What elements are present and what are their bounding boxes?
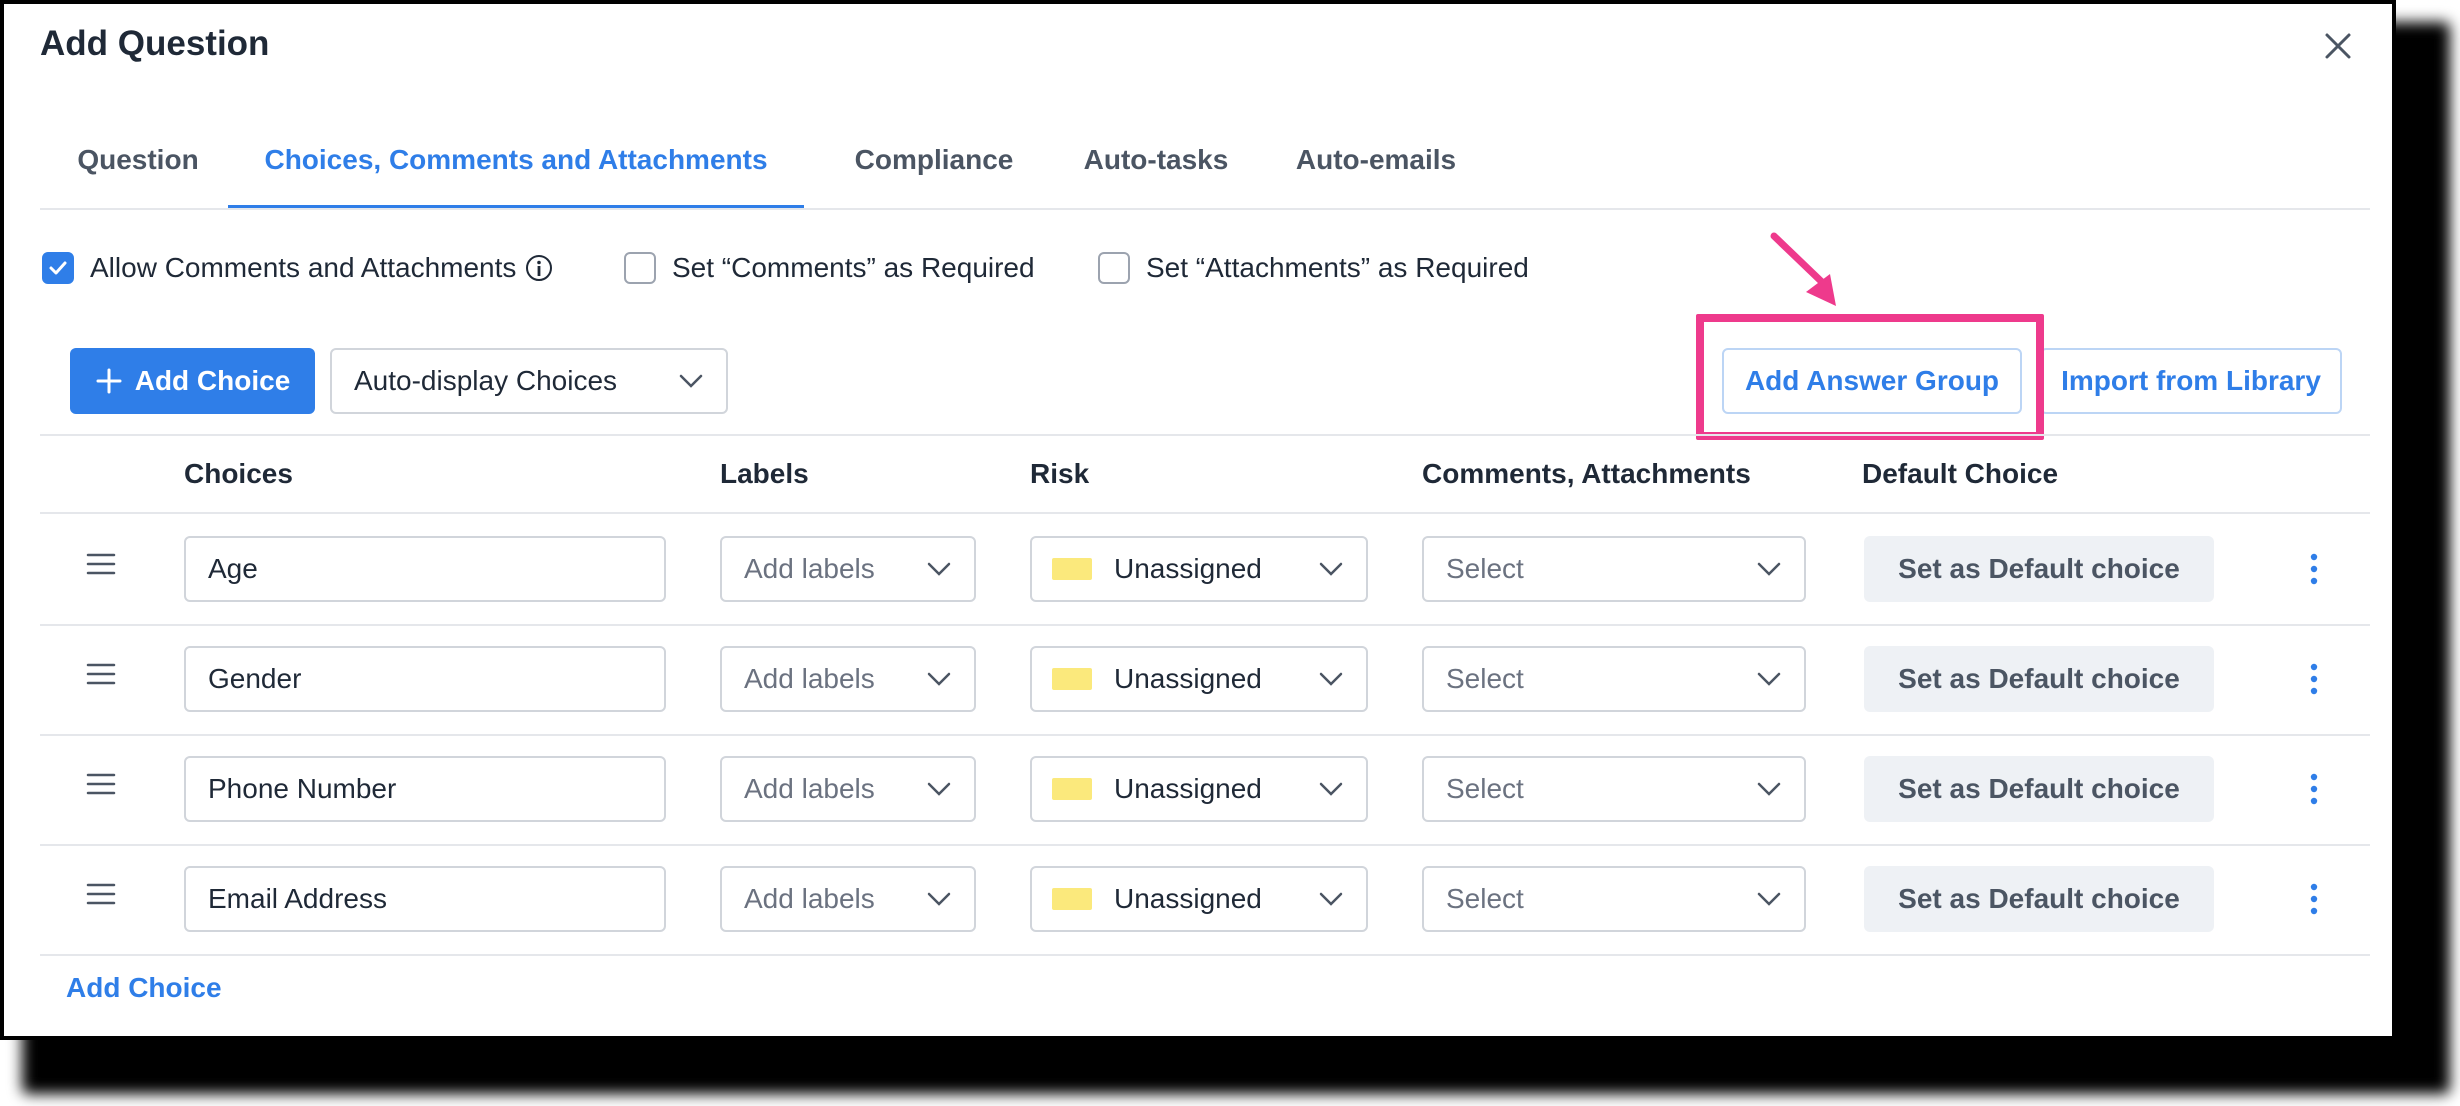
- labels-dropdown[interactable]: Add labels: [720, 646, 976, 712]
- drag-handle-icon[interactable]: [86, 882, 116, 911]
- table-row: Email Address Add labels Unassigned Sele…: [40, 844, 2370, 954]
- labels-dropdown[interactable]: Add labels: [720, 536, 976, 602]
- comments-select-placeholder: Select: [1446, 553, 1524, 584]
- header-risk: Risk: [1030, 458, 1090, 489]
- chevron-down-icon: [1757, 562, 1781, 576]
- allow-comments-label: Allow Comments and Attachments: [90, 252, 517, 283]
- set-default-choice-button[interactable]: Set as Default choice: [1864, 756, 2214, 822]
- plus-icon: [96, 368, 122, 394]
- more-options-icon[interactable]: [2294, 764, 2334, 814]
- tab-question[interactable]: Question: [40, 124, 236, 208]
- risk-dropdown[interactable]: Unassigned: [1030, 646, 1368, 712]
- comments-select-placeholder: Select: [1446, 883, 1524, 914]
- allow-comments-checkbox[interactable]: [42, 252, 74, 284]
- chevron-down-icon: [927, 672, 951, 686]
- labels-placeholder: Add labels: [744, 773, 875, 804]
- more-options-icon[interactable]: [2294, 544, 2334, 594]
- comments-attachments-dropdown[interactable]: Select: [1422, 536, 1806, 602]
- chevron-down-icon: [927, 562, 951, 576]
- risk-value: Unassigned: [1114, 553, 1262, 584]
- checkmark-icon: [49, 261, 67, 275]
- risk-value: Unassigned: [1114, 663, 1262, 694]
- choice-input[interactable]: Gender: [184, 646, 666, 712]
- risk-dropdown[interactable]: Unassigned: [1030, 866, 1368, 932]
- chevron-down-icon: [679, 374, 703, 388]
- labels-placeholder: Add labels: [744, 663, 875, 694]
- chevron-down-icon: [1319, 892, 1343, 906]
- dialog-title: Add Question: [40, 24, 270, 63]
- comments-required-option: Set “Comments” as Required: [624, 248, 1035, 288]
- row-divider: [40, 954, 2370, 956]
- risk-dropdown[interactable]: Unassigned: [1030, 756, 1368, 822]
- labels-dropdown[interactable]: Add labels: [720, 866, 976, 932]
- choice-input[interactable]: Email Address: [184, 866, 666, 932]
- add-question-dialog: Add Question Question Choices, Comments …: [0, 0, 2396, 1040]
- chevron-down-icon: [927, 782, 951, 796]
- labels-dropdown[interactable]: Add labels: [720, 756, 976, 822]
- chevron-down-icon: [1757, 782, 1781, 796]
- tab-auto-tasks[interactable]: Auto-tasks: [1056, 124, 1256, 208]
- table-row: Age Add labels Unassigned Select Set as …: [40, 514, 2370, 624]
- set-default-choice-button[interactable]: Set as Default choice: [1864, 866, 2214, 932]
- header-default-choice: Default Choice: [1862, 458, 2059, 489]
- drag-handle-icon[interactable]: [86, 552, 116, 581]
- risk-color-swatch: [1052, 668, 1092, 690]
- header-comments-attachments: Comments, Attachments: [1422, 458, 1751, 489]
- chevron-down-icon: [1757, 672, 1781, 686]
- labels-placeholder: Add labels: [744, 553, 875, 584]
- attachments-required-option: Set “Attachments” as Required: [1098, 248, 1529, 288]
- tab-compliance[interactable]: Compliance: [824, 124, 1044, 208]
- table-top-divider: [40, 434, 2370, 436]
- table-row: Gender Add labels Unassigned Select Set …: [40, 624, 2370, 734]
- set-default-choice-button[interactable]: Set as Default choice: [1864, 646, 2214, 712]
- choice-input[interactable]: Age: [184, 536, 666, 602]
- tab-choices-comments-attachments[interactable]: Choices, Comments and Attachments: [228, 124, 804, 208]
- chevron-down-icon: [1319, 672, 1343, 686]
- risk-color-swatch: [1052, 888, 1092, 910]
- chevron-down-icon: [927, 892, 951, 906]
- risk-dropdown[interactable]: Unassigned: [1030, 536, 1368, 602]
- labels-placeholder: Add labels: [744, 883, 875, 914]
- chevron-down-icon: [1319, 562, 1343, 576]
- chevron-down-icon: [1757, 892, 1781, 906]
- choice-input[interactable]: Phone Number: [184, 756, 666, 822]
- import-from-library-button[interactable]: Import from Library: [2040, 348, 2342, 414]
- close-icon: [2325, 33, 2351, 59]
- comments-select-placeholder: Select: [1446, 663, 1524, 694]
- comments-required-checkbox[interactable]: [624, 252, 656, 284]
- attachments-required-label: Set “Attachments” as Required: [1146, 252, 1529, 283]
- comments-select-placeholder: Select: [1446, 773, 1524, 804]
- allow-comments-option: Allow Comments and Attachments: [42, 248, 554, 288]
- comments-required-label: Set “Comments” as Required: [672, 252, 1035, 283]
- chevron-down-icon: [1319, 782, 1343, 796]
- risk-color-swatch: [1052, 558, 1092, 580]
- header-labels: Labels: [720, 458, 809, 489]
- more-options-icon[interactable]: [2294, 874, 2334, 924]
- header-choices: Choices: [184, 458, 293, 489]
- drag-handle-icon[interactable]: [86, 772, 116, 801]
- drag-handle-icon[interactable]: [86, 662, 116, 691]
- risk-value: Unassigned: [1114, 883, 1262, 914]
- comments-attachments-dropdown[interactable]: Select: [1422, 646, 1806, 712]
- annotation-arrow-icon: [1770, 232, 1836, 306]
- info-icon[interactable]: [524, 253, 554, 283]
- tab-bar: Question Choices, Comments and Attachmen…: [40, 124, 2370, 210]
- table-row: Phone Number Add labels Unassigned Selec…: [40, 734, 2370, 844]
- risk-value: Unassigned: [1114, 773, 1262, 804]
- comments-attachments-dropdown[interactable]: Select: [1422, 866, 1806, 932]
- more-options-icon[interactable]: [2294, 654, 2334, 704]
- auto-display-choices-dropdown[interactable]: Auto-display Choices: [330, 348, 728, 414]
- attachments-required-checkbox[interactable]: [1098, 252, 1130, 284]
- add-choice-link[interactable]: Add Choice: [66, 972, 222, 1004]
- close-button[interactable]: [2316, 24, 2360, 68]
- annotation-highlight-box: [1696, 314, 2044, 440]
- set-default-choice-button[interactable]: Set as Default choice: [1864, 536, 2214, 602]
- add-choice-button-label: Add Choice: [134, 365, 291, 396]
- tab-auto-emails[interactable]: Auto-emails: [1266, 124, 1486, 208]
- add-choice-button[interactable]: Add Choice: [70, 348, 315, 414]
- risk-color-swatch: [1052, 778, 1092, 800]
- auto-display-choices-label: Auto-display Choices: [354, 365, 618, 396]
- comments-attachments-dropdown[interactable]: Select: [1422, 756, 1806, 822]
